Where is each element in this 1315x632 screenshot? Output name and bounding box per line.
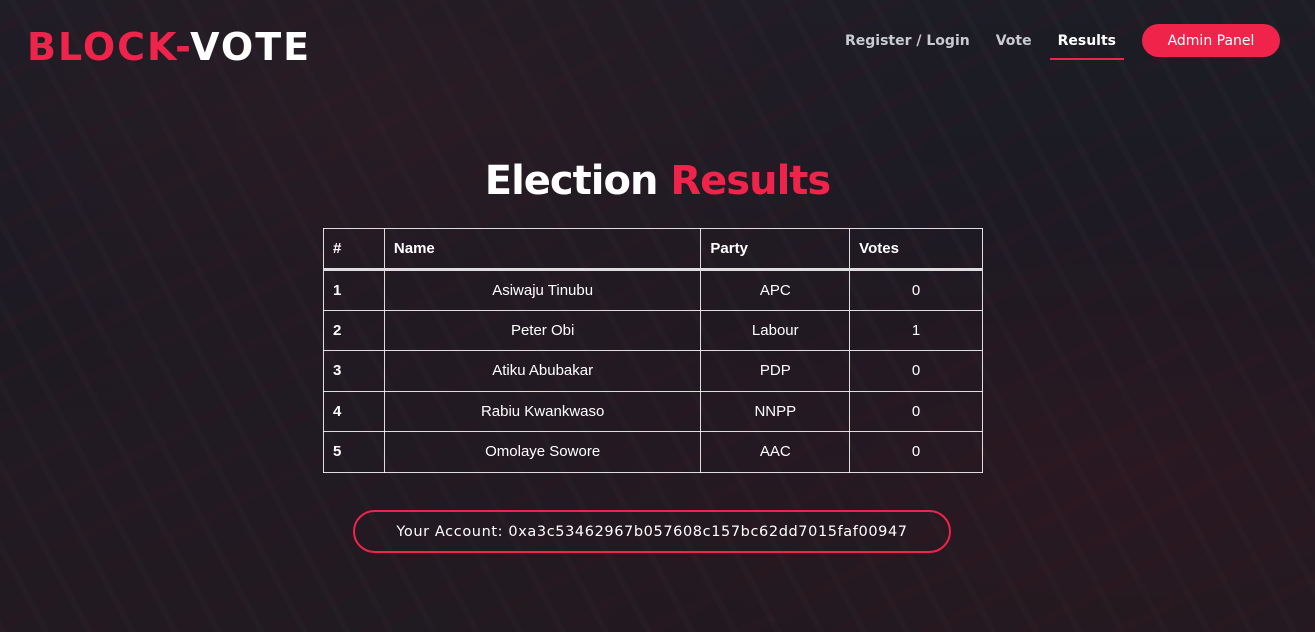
table-row: 5 Omolaye Sowore AAC 0 [323, 431, 983, 473]
header-index: # [323, 228, 385, 271]
table-row: 4 Rabiu Kwankwaso NNPP 0 [323, 390, 983, 432]
cell-party: AAC [700, 431, 851, 473]
results-table: # Name Party Votes 1 Asiwaju Tinubu APC … [323, 228, 983, 473]
nav-link-results[interactable]: Results [1049, 25, 1125, 60]
cell-index: 1 [323, 269, 385, 311]
cell-name: Atiku Abubakar [383, 350, 702, 392]
table-row: 3 Atiku Abubakar PDP 0 [323, 350, 983, 392]
account-badge: Your Account: 0xa3c53462967b057608c157bc… [353, 510, 951, 553]
page-title-part2: Results [670, 158, 831, 204]
brand-logo-part1: BLOCK- [27, 25, 191, 69]
cell-votes: 0 [849, 390, 983, 432]
nav-link-vote[interactable]: Vote [996, 25, 1032, 57]
account-address: 0xa3c53462967b057608c157bc62dd7015faf009… [508, 523, 908, 540]
table-row: 1 Asiwaju Tinubu APC 0 [323, 269, 983, 311]
cell-votes: 0 [849, 431, 983, 473]
header-party: Party [700, 228, 851, 271]
cell-votes: 0 [849, 269, 983, 311]
header-name: Name [383, 228, 702, 271]
cell-party: APC [700, 269, 851, 311]
cell-index: 2 [323, 309, 385, 351]
cell-index: 5 [323, 431, 385, 473]
table-row: 2 Peter Obi Labour 1 [323, 309, 983, 351]
nav-link-register-login[interactable]: Register / Login [845, 25, 970, 57]
account-label: Your Account: [396, 523, 504, 540]
table-header-row: # Name Party Votes [323, 228, 983, 271]
top-nav: Register / Login Vote Results Admin Pane… [845, 24, 1280, 60]
page-title: Election Results [0, 158, 1315, 204]
cell-party: Labour [700, 309, 851, 351]
cell-index: 4 [323, 390, 385, 432]
brand-logo-part2: VOTE [190, 25, 312, 69]
cell-name: Asiwaju Tinubu [383, 269, 702, 311]
cell-party: NNPP [700, 390, 851, 432]
cell-name: Omolaye Sowore [383, 431, 702, 473]
cell-name: Peter Obi [383, 309, 702, 351]
brand-logo[interactable]: BLOCK-VOTE [27, 27, 311, 67]
cell-party: PDP [700, 350, 851, 392]
admin-panel-button[interactable]: Admin Panel [1142, 24, 1280, 57]
cell-votes: 0 [849, 350, 983, 392]
header-votes: Votes [849, 228, 983, 271]
cell-name: Rabiu Kwankwaso [383, 390, 702, 432]
cell-index: 3 [323, 350, 385, 392]
cell-votes: 1 [849, 309, 983, 351]
page-title-part1: Election [484, 158, 659, 204]
